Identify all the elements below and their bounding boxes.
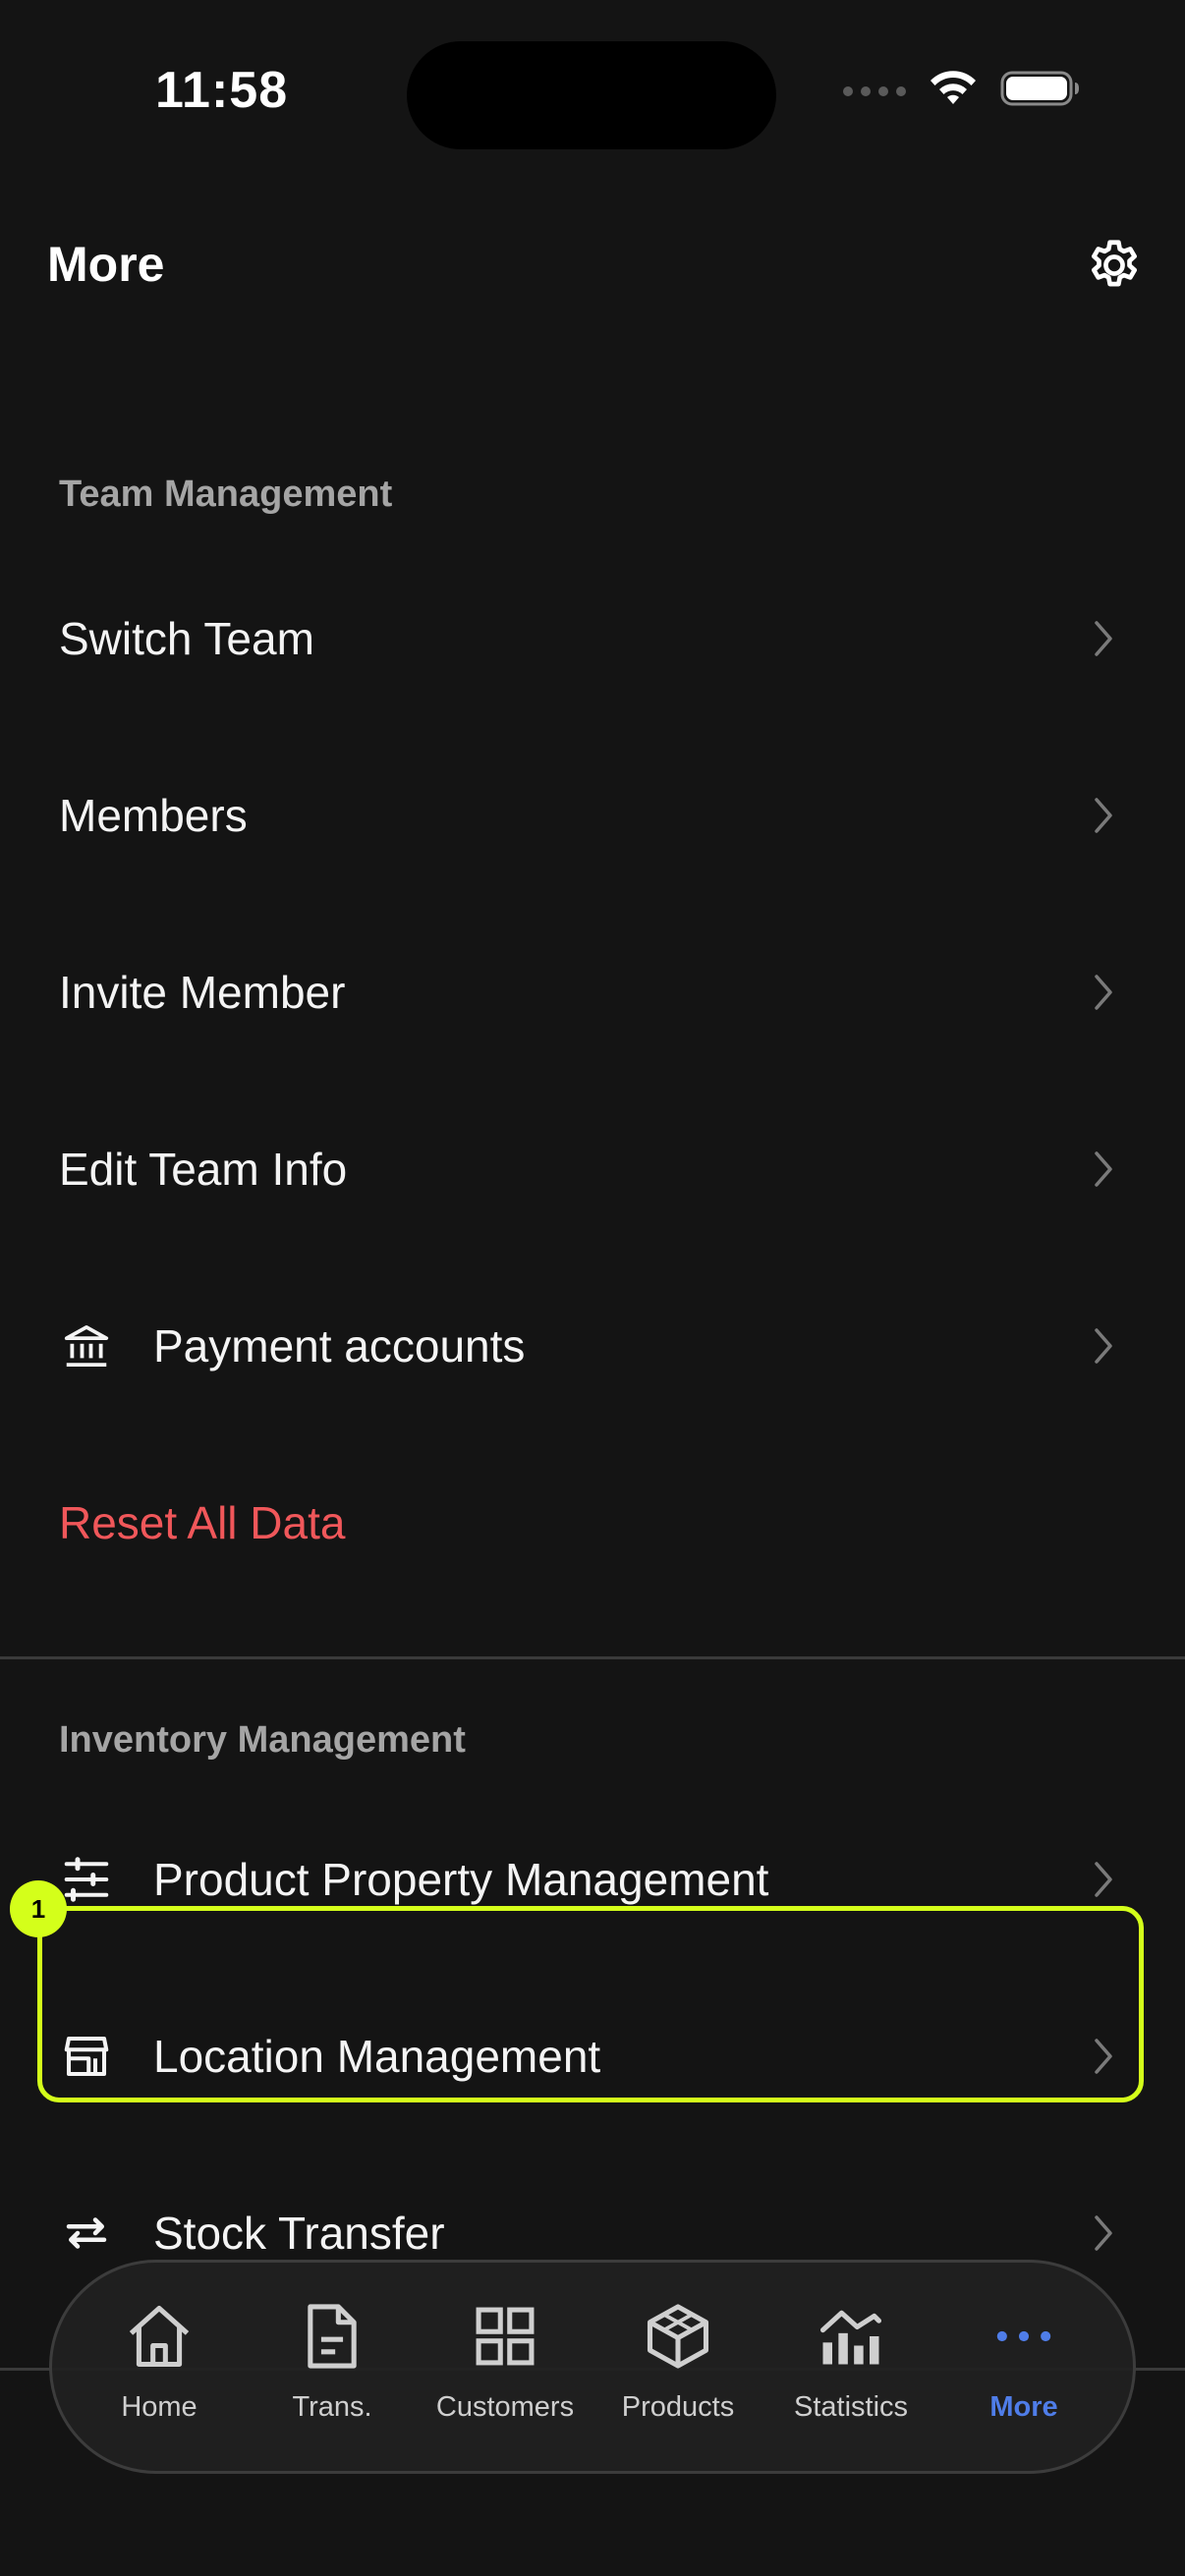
section-divider (0, 1656, 1185, 1659)
grid-icon (466, 2297, 544, 2376)
tab-more[interactable]: More (937, 2297, 1110, 2435)
tab-trans-label: Trans. (292, 2391, 372, 2423)
chevron-right-icon (1089, 1858, 1118, 1901)
sliders-icon (59, 1852, 114, 1907)
tab-home[interactable]: Home (73, 2297, 246, 2435)
invite-member-row[interactable]: Invite Member (0, 933, 1185, 1051)
wifi-icon (928, 69, 979, 113)
status-time: 11:58 (155, 62, 289, 119)
settings-button[interactable] (1083, 236, 1146, 299)
bank-icon (59, 1318, 114, 1373)
cube-icon (639, 2297, 717, 2376)
page-title: More (47, 237, 165, 292)
switch-team-label: Switch Team (59, 613, 314, 664)
tab-products-label: Products (621, 2391, 735, 2423)
tab-statistics[interactable]: Statistics (764, 2297, 937, 2435)
tab-customers-label: Customers (435, 2391, 575, 2423)
transfer-arrows-icon (59, 2206, 114, 2261)
chevron-right-icon (1089, 971, 1118, 1014)
chevron-right-icon (1089, 1324, 1118, 1368)
tab-customers[interactable]: Customers (419, 2297, 592, 2435)
stock-transfer-label: Stock Transfer (153, 2208, 445, 2259)
members-label: Members (59, 790, 248, 841)
chevron-right-icon (1089, 1148, 1118, 1191)
highlight-box (37, 1906, 1144, 2102)
chevron-right-icon (1089, 794, 1118, 837)
section-header-inventory-management: Inventory Management (59, 1719, 466, 1761)
tab-trans[interactable]: Trans. (246, 2297, 419, 2435)
switch-team-row[interactable]: Switch Team (0, 580, 1185, 698)
members-row[interactable]: Members (0, 756, 1185, 874)
tab-products[interactable]: Products (592, 2297, 764, 2435)
status-indicators (843, 69, 1081, 113)
reset-all-data-label: Reset All Data (59, 1497, 346, 1548)
edit-team-info-label: Edit Team Info (59, 1144, 348, 1195)
dynamic-island (407, 41, 776, 149)
tab-more-label: More (989, 2391, 1058, 2423)
chevron-right-icon (1089, 617, 1118, 660)
chevron-right-icon (1089, 2212, 1118, 2255)
payment-accounts-row[interactable]: Payment accounts (0, 1287, 1185, 1405)
tab-statistics-label: Statistics (793, 2391, 909, 2423)
section-header-team-management: Team Management (59, 474, 393, 515)
payment-accounts-label: Payment accounts (153, 1320, 526, 1372)
tab-home-label: Home (121, 2391, 198, 2423)
gear-icon (1084, 235, 1145, 301)
product-property-management-label: Product Property Management (153, 1854, 769, 1905)
reset-all-data-button[interactable]: Reset All Data (0, 1464, 1185, 1582)
invite-member-label: Invite Member (59, 967, 346, 1018)
chart-icon (812, 2297, 890, 2376)
battery-icon (1000, 69, 1081, 113)
more-dots-icon (985, 2297, 1063, 2376)
home-icon (120, 2297, 198, 2376)
status-bar: 11:58 (0, 0, 1185, 196)
cellular-signal-icon (843, 85, 906, 96)
document-icon (293, 2297, 371, 2376)
highlight-badge: 1 (10, 1880, 67, 1937)
edit-team-info-row[interactable]: Edit Team Info (0, 1110, 1185, 1228)
